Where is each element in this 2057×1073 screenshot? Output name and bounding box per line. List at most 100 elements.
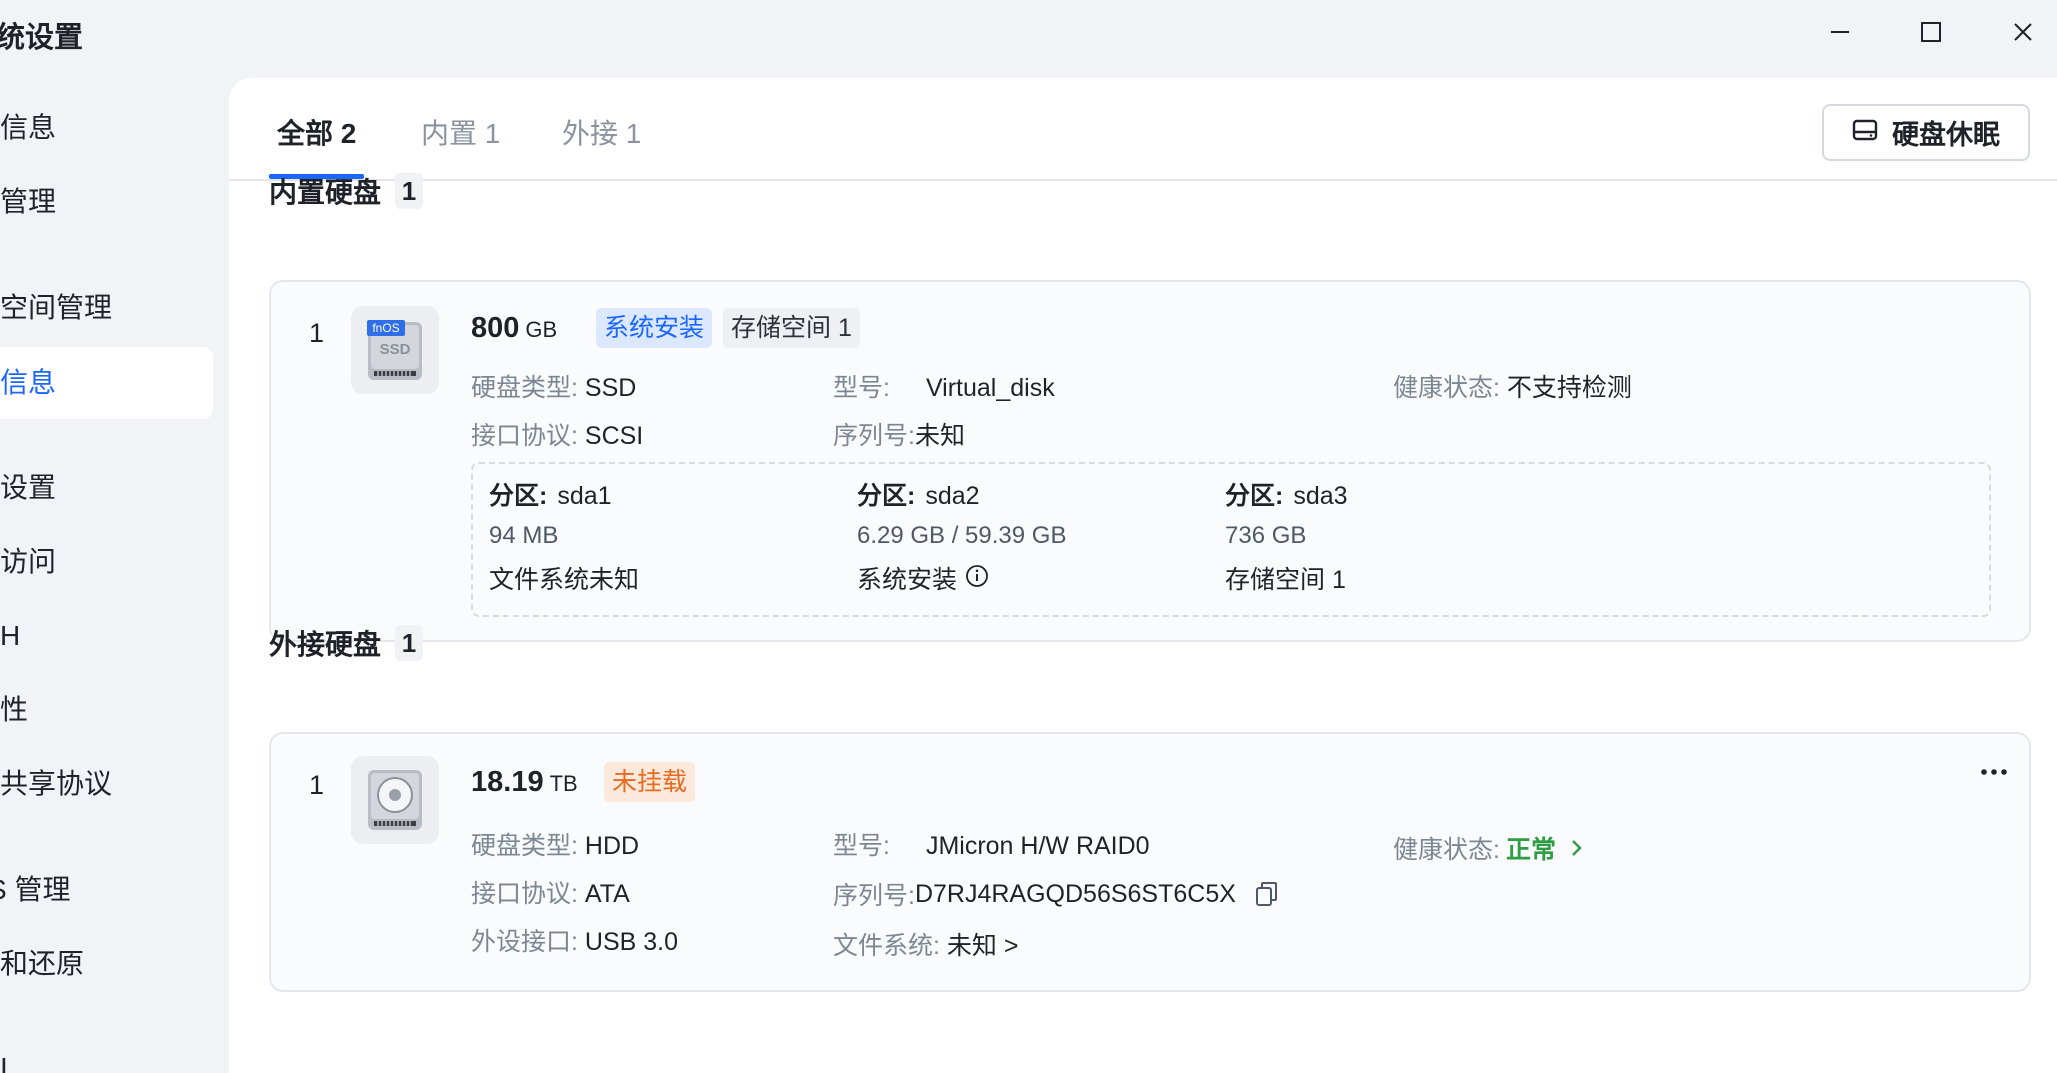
svg-text:SSD: SSD xyxy=(380,341,411,358)
disk-index: 1 xyxy=(309,318,325,348)
partition-header: 分区: sda2 xyxy=(857,478,1066,514)
serial-value: 未知 xyxy=(914,422,965,450)
health-status: 健康状态: 不支持检测 xyxy=(1393,368,1632,404)
fs-label: 文件系统: xyxy=(833,932,940,960)
sidebar-item-info[interactable]: 信息 xyxy=(0,92,213,164)
interface-label: 接口协议: xyxy=(471,422,578,450)
model: 型号: Virtual_disk xyxy=(833,368,1055,404)
sidebar-item-management[interactable]: 管理 xyxy=(0,166,213,238)
disk-type-value: HDD xyxy=(584,832,640,860)
disk-type-label: 硬盘类型: xyxy=(471,832,578,860)
partition-label: 分区: xyxy=(857,482,916,510)
partition-item: 分区: sda3 736 GB 存储空间 1 xyxy=(1225,478,1348,602)
interface-label: 接口协议: xyxy=(471,880,578,908)
partition-size: 94 MB xyxy=(489,522,559,549)
tab-internal[interactable]: 内置 1 xyxy=(421,112,500,152)
close-button[interactable] xyxy=(2003,14,2043,54)
more-icon xyxy=(1979,764,2009,781)
partition-size: 6.29 GB / 59.39 GB xyxy=(857,522,1067,549)
tab-all[interactable]: 全部 2 xyxy=(277,112,356,152)
tab-external[interactable]: 外接 1 xyxy=(562,112,641,152)
partition-name: sda3 xyxy=(1293,482,1348,510)
section-title-text: 外接硬盘 xyxy=(269,629,382,660)
maximize-icon xyxy=(1920,21,1942,48)
interface-value: SCSI xyxy=(584,422,644,450)
model-label: 型号: xyxy=(833,832,890,860)
disk-sleep-button[interactable]: 硬盘休眠 xyxy=(1822,104,2030,161)
partition-item: 分区: sda2 6.29 GB / 59.39 GB 系统安装 xyxy=(857,478,1066,602)
title-bar: 统设置 xyxy=(0,0,2057,70)
internal-disks-title: 内置硬盘 1 xyxy=(269,171,424,211)
copy-icon[interactable] xyxy=(1254,880,1280,908)
disk-sleep-label: 硬盘休眠 xyxy=(1892,120,2000,150)
external-disks-title: 外接硬盘 1 xyxy=(269,623,424,663)
sidebar-item-more[interactable]: I xyxy=(0,1032,213,1073)
file-system: 文件系统: 未知 > xyxy=(833,926,1018,962)
partition-usage: 文件系统未知 xyxy=(489,566,640,594)
model: 型号: JMicron H/W RAID0 xyxy=(833,826,1150,862)
serial-number: 序列号:未知 xyxy=(833,416,965,452)
ssd-icon: fnOS SSD xyxy=(351,306,439,394)
health-value: 不支持检测 xyxy=(1506,374,1632,402)
info-icon[interactable] xyxy=(965,558,989,602)
sidebar-item-ssh[interactable]: H xyxy=(0,600,213,672)
capacity-unit: TB xyxy=(549,771,578,796)
tag-storage-space: 存储空间 1 xyxy=(723,308,860,348)
partition-usage: 存储空间 1 xyxy=(1225,566,1346,594)
sidebar-item-disk-info[interactable]: 信息 xyxy=(0,347,213,419)
interface-value: ATA xyxy=(584,880,630,908)
disk-capacity: 800 GB xyxy=(471,312,557,345)
count-badge: 1 xyxy=(395,173,424,209)
external-disk-card[interactable]: 1 18.19 TB 未挂载 硬盘类型: HDD 接口协议: ATA 外设接口: … xyxy=(269,732,2031,992)
section-title-text: 内置硬盘 xyxy=(269,177,382,208)
serial-label: 序列号: xyxy=(833,882,915,910)
tag-system-install: 系统安装 xyxy=(596,308,713,348)
partition-header: 分区: sda3 xyxy=(1225,478,1348,514)
sidebar: 信息 管理 空间管理 信息 设置 访问 H 性 共享协议 S 管理 和还原 I xyxy=(0,70,228,1073)
partition-name: sda2 xyxy=(925,482,980,510)
tab-bar: 全部 2 内置 1 外接 1 硬盘休眠 xyxy=(229,78,2057,181)
health-status[interactable]: 健康状态: 正常 xyxy=(1393,830,1584,866)
partition-usage: 系统安装 xyxy=(857,558,1066,602)
disk-type: 硬盘类型: HDD xyxy=(471,826,639,862)
sidebar-item-dns-management[interactable]: S 管理 xyxy=(0,854,213,926)
disk-capacity: 18.19 TB xyxy=(471,766,578,799)
sidebar-item-access[interactable]: 访问 xyxy=(0,526,213,598)
minimize-button[interactable] xyxy=(1820,14,1860,54)
disk-type-value: SSD xyxy=(584,374,637,402)
maximize-button[interactable] xyxy=(1911,14,1951,54)
partition-item: 分区: sda1 94 MB 文件系统未知 xyxy=(489,478,639,602)
peripheral-port: 外设接口: USB 3.0 xyxy=(471,922,678,958)
sidebar-item-label: S xyxy=(0,874,14,905)
sidebar-item-storage-space[interactable]: 空间管理 xyxy=(0,272,213,344)
model-value: JMicron H/W RAID0 xyxy=(925,832,1150,860)
interface-protocol: 接口协议: SCSI xyxy=(471,416,643,452)
partition-list: 分区: sda1 94 MB 文件系统未知 分区: sda2 6.29 GB / 5… xyxy=(471,462,1991,617)
capacity-value: 800 xyxy=(471,312,520,344)
serial-number: 序列号: D7RJ4RAGQD56S6ST6C5X xyxy=(833,876,1280,912)
serial-label: 序列号: xyxy=(833,422,915,450)
sidebar-item-share-protocol[interactable]: 共享协议 xyxy=(0,748,213,820)
sidebar-item-label: 管理 xyxy=(14,874,71,905)
disk-type-label: 硬盘类型: xyxy=(471,374,578,402)
health-label: 健康状态: xyxy=(1393,836,1500,864)
model-value: Virtual_disk xyxy=(925,374,1055,402)
sidebar-item-backup-restore[interactable]: 和还原 xyxy=(0,928,213,1000)
fs-value-link[interactable]: 未知 > xyxy=(947,932,1019,960)
partition-label: 分区: xyxy=(1225,482,1284,510)
more-options-button[interactable] xyxy=(1979,764,2009,782)
port-label: 外设接口: xyxy=(471,928,578,956)
sidebar-item-settings[interactable]: 设置 xyxy=(0,452,213,524)
count-badge: 1 xyxy=(395,625,424,661)
partition-name: sda1 xyxy=(557,482,612,510)
minimize-icon xyxy=(1829,21,1851,48)
internal-disk-card[interactable]: 1 fnOS SSD 800 GB 系统安装 存储空间 1 硬盘类型: SSD 接… xyxy=(269,280,2031,642)
sidebar-item-properties[interactable]: 性 xyxy=(0,674,213,746)
hard-drive-icon xyxy=(1852,117,1878,148)
health-value: 正常 xyxy=(1505,836,1556,864)
close-icon xyxy=(2012,21,2034,48)
health-label: 健康状态: xyxy=(1393,374,1500,402)
partition-header: 分区: sda1 xyxy=(489,478,639,514)
model-label: 型号: xyxy=(833,374,890,402)
port-value: USB 3.0 xyxy=(584,928,679,956)
